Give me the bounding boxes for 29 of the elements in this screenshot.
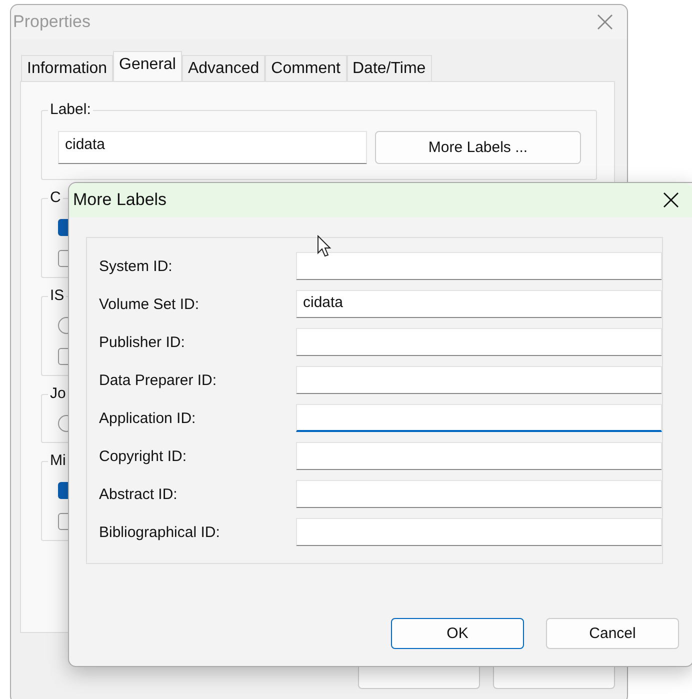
- window-title: Properties: [13, 12, 90, 32]
- close-icon[interactable]: [663, 192, 679, 208]
- tab[interactable]: General: [113, 51, 182, 81]
- field-label: System ID:: [99, 258, 174, 274]
- text-field[interactable]: [296, 480, 662, 508]
- cursor-icon: [317, 235, 333, 259]
- text-field[interactable]: [296, 442, 662, 470]
- dialog-button[interactable]: OK: [391, 618, 524, 649]
- tab[interactable]: Comment: [265, 55, 346, 81]
- field-label: Publisher ID:: [99, 334, 186, 350]
- text-field[interactable]: cidata: [296, 290, 662, 318]
- tab[interactable]: Information: [21, 55, 114, 81]
- tab[interactable]: Advanced: [182, 55, 266, 81]
- text-field[interactable]: [296, 328, 662, 356]
- more-labels-button[interactable]: More Labels ...: [375, 131, 581, 164]
- field-label: Application ID:: [99, 410, 197, 426]
- text-field[interactable]: [296, 404, 662, 432]
- field-label: Data Preparer ID:: [99, 372, 218, 388]
- text-field[interactable]: [296, 366, 662, 394]
- field-label: Copyright ID:: [99, 448, 188, 464]
- label-field[interactable]: cidata: [58, 131, 367, 164]
- text-field[interactable]: [296, 252, 662, 280]
- field-label: Bibliographical ID:: [99, 524, 221, 540]
- dialog-title: More Labels: [73, 190, 167, 210]
- dialog-button[interactable]: Cancel: [546, 618, 679, 649]
- field-label: Abstract ID:: [99, 486, 178, 502]
- field-label: Volume Set ID:: [99, 296, 200, 312]
- tab[interactable]: Date/Time: [346, 55, 432, 81]
- text-field[interactable]: [296, 518, 662, 546]
